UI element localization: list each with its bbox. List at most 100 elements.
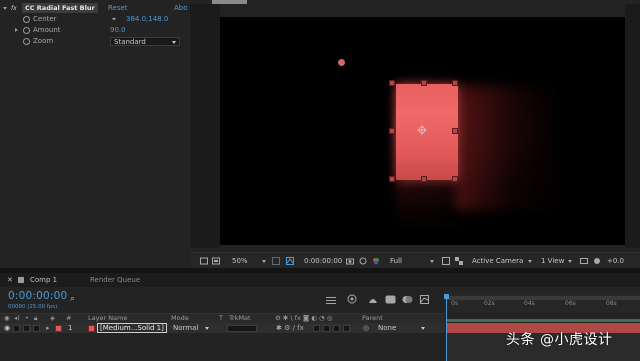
- ruler-label: 08s: [606, 300, 617, 307]
- property-label: Center: [33, 15, 57, 23]
- transform-handle[interactable]: [389, 128, 395, 134]
- transform-handle[interactable]: [452, 80, 458, 86]
- transform-handle[interactable]: [421, 80, 427, 86]
- solo-toggle[interactable]: [23, 324, 30, 332]
- label-icon[interactable]: ◈: [50, 314, 55, 323]
- hide-shy-layers-icon[interactable]: [368, 295, 378, 304]
- eye-icon[interactable]: ◉: [4, 314, 10, 323]
- search-icon[interactable]: ⌕: [70, 294, 75, 304]
- center-value[interactable]: 384.0,148.0: [126, 14, 168, 24]
- twirl-closed-icon[interactable]: [15, 27, 18, 32]
- transform-handle[interactable]: [421, 176, 427, 182]
- switches-header-icons[interactable]: ⚙ ✱ \ fx ◙ ◐ ◔ ◎: [275, 314, 332, 323]
- parent-dropdown[interactable]: None: [378, 323, 396, 333]
- column-layer-name[interactable]: Layer Name: [88, 314, 127, 323]
- show-snapshot-icon[interactable]: [359, 257, 367, 265]
- stopwatch-icon[interactable]: [23, 26, 30, 34]
- resolution-dropdown[interactable]: Full: [390, 253, 402, 269]
- red-solid-layer[interactable]: [396, 84, 458, 180]
- comp-icon: [18, 277, 24, 283]
- channel-color-icon[interactable]: [372, 257, 380, 265]
- layer-row[interactable]: ◉ ▸ 1 [Medium...Solid 1] Normal ✱ ⚙ / fx…: [0, 323, 445, 333]
- layer-visibility-eye-icon[interactable]: ◉: [4, 323, 10, 333]
- column-t[interactable]: T: [219, 314, 223, 323]
- zoom-level[interactable]: 50%: [232, 253, 248, 269]
- transform-handle[interactable]: [452, 128, 458, 134]
- anchor-point-icon[interactable]: [417, 125, 427, 135]
- amount-value[interactable]: 90.0: [110, 25, 126, 35]
- column-parent[interactable]: Parent: [362, 314, 383, 323]
- tab-render-queue[interactable]: Render Queue: [90, 273, 140, 287]
- effect-controls-panel: fx CC Radial Fast Blur Reset Abo Center …: [0, 0, 190, 268]
- solid-color-swatch: [88, 324, 95, 332]
- motion-blur-icon[interactable]: [402, 295, 413, 304]
- lock-toggle[interactable]: [33, 324, 40, 332]
- mask-visibility-icon[interactable]: [286, 257, 294, 265]
- always-preview-icon[interactable]: [200, 257, 208, 265]
- current-time-indicator[interactable]: [446, 295, 447, 361]
- frame-blending-icon[interactable]: [385, 295, 396, 304]
- zoom-dropdown[interactable]: Standard: [110, 37, 180, 46]
- reset-link[interactable]: Reset: [108, 3, 128, 13]
- fx-icon[interactable]: fx: [11, 4, 17, 14]
- chevron-down-icon[interactable]: [262, 260, 266, 263]
- property-row-zoom: Zoom Standard: [0, 36, 190, 46]
- layer-switches-icons[interactable]: ✱ ⚙ / fx: [276, 323, 304, 333]
- chevron-down-icon[interactable]: [430, 260, 434, 263]
- camera-dropdown[interactable]: Active Camera: [472, 253, 523, 269]
- draft-3d-icon[interactable]: [346, 294, 358, 304]
- pick-whip-icon[interactable]: ◎: [363, 323, 369, 333]
- column-mode[interactable]: Mode: [171, 314, 189, 323]
- twirl-open-icon[interactable]: [3, 7, 7, 10]
- fast-previews-icon[interactable]: [593, 257, 601, 265]
- layer-mode-dropdown[interactable]: Normal: [173, 323, 198, 333]
- comp-mini-flowchart-icon[interactable]: [326, 296, 336, 304]
- pasteboard: [190, 4, 220, 248]
- tab-comp-1[interactable]: Comp 1: [30, 273, 57, 287]
- viewer-timecode[interactable]: 0:00:00:00: [304, 253, 342, 269]
- radial-blur-streak: [455, 90, 565, 210]
- chevron-down-icon[interactable]: [528, 260, 532, 263]
- transform-handle[interactable]: [452, 176, 458, 182]
- lock-icon[interactable]: 🔒︎: [34, 314, 37, 323]
- close-icon[interactable]: ✕: [7, 273, 13, 287]
- crosshair-icon[interactable]: ⌖: [112, 14, 116, 24]
- property-label: Amount: [33, 26, 61, 34]
- chevron-down-icon[interactable]: [205, 327, 209, 330]
- region-of-interest-icon[interactable]: [442, 257, 450, 265]
- grid-guides-icon[interactable]: [272, 257, 280, 265]
- adjustment-switch[interactable]: [323, 324, 330, 332]
- layer-twirl-icon[interactable]: ▸: [46, 323, 50, 333]
- exposure-value[interactable]: +0.0: [607, 253, 624, 269]
- column-trkmat[interactable]: TrkMat: [229, 314, 251, 323]
- camera-snapshot-icon[interactable]: [346, 257, 354, 265]
- ruler-label: 06s: [565, 300, 576, 307]
- graph-editor-icon[interactable]: [420, 295, 429, 304]
- motion-blur-switch[interactable]: [313, 324, 320, 332]
- layer-label-color[interactable]: [55, 324, 62, 332]
- about-link[interactable]: Abo: [174, 3, 188, 13]
- fps-readout: 00000 (25.00 fps): [8, 304, 58, 310]
- transform-handle[interactable]: [389, 80, 395, 86]
- stopwatch-icon[interactable]: [23, 15, 30, 23]
- preview-icon[interactable]: [212, 257, 220, 265]
- layer-name[interactable]: [Medium...Solid 1]: [97, 323, 167, 333]
- audio-icon[interactable]: ◂): [14, 314, 20, 323]
- transparency-grid-icon[interactable]: [455, 257, 463, 265]
- timeline-timecode[interactable]: 0:00:00:00: [8, 290, 67, 302]
- views-dropdown[interactable]: 1 View: [541, 253, 564, 269]
- blur-center-point[interactable]: [338, 59, 345, 66]
- viewer-toolbar: 50% 0:00:00:00 Full Active Camera 1 View…: [190, 252, 640, 269]
- property-label: Zoom: [33, 37, 54, 45]
- solo-icon[interactable]: •: [25, 314, 29, 323]
- chevron-down-icon[interactable]: [568, 260, 572, 263]
- chevron-down-icon[interactable]: [421, 327, 425, 330]
- transform-handle[interactable]: [389, 176, 395, 182]
- trkmat-dropdown[interactable]: [227, 324, 257, 332]
- current-time-indicator-head[interactable]: [444, 294, 449, 299]
- toggle-pixel-aspect-icon[interactable]: [580, 257, 588, 265]
- audio-toggle[interactable]: [13, 324, 20, 332]
- property-row-amount: Amount 90.0: [0, 25, 190, 35]
- quality-switch[interactable]: [343, 324, 350, 332]
- 3d-layer-switch[interactable]: [333, 324, 340, 332]
